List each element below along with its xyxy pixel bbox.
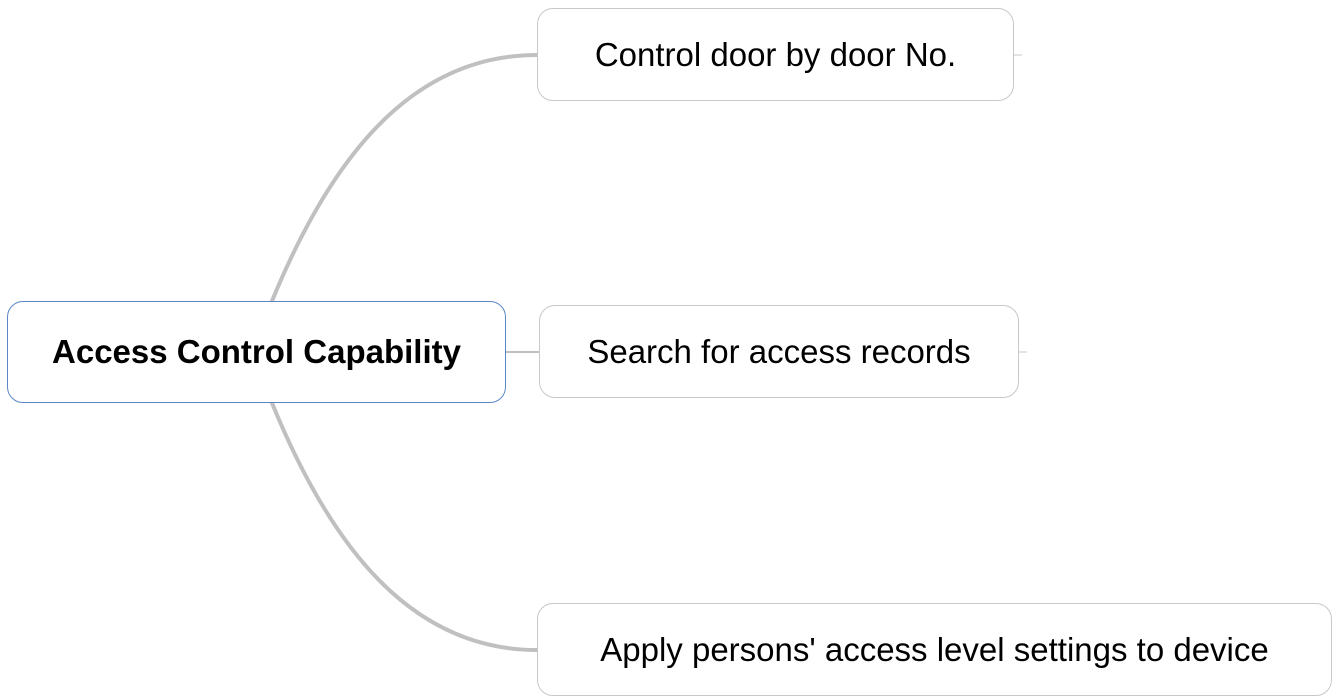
branch-node-label: Control door by door No. <box>594 35 957 73</box>
root-node-access-control-capability[interactable]: Access Control Capability <box>7 301 506 403</box>
branch-node-apply-access-level[interactable]: Apply persons' access level settings to … <box>537 603 1332 696</box>
branch-node-label: Search for access records <box>587 332 971 370</box>
branch-node-control-door[interactable]: Control door by door No. <box>537 8 1014 101</box>
branch-node-search-access-records[interactable]: Search for access records <box>539 305 1019 398</box>
connector-to-apply-access-level <box>270 401 539 652</box>
connector-to-control-door <box>270 53 539 303</box>
root-node-label: Access Control Capability <box>52 333 461 370</box>
branch-node-label: Apply persons' access level settings to … <box>600 630 1269 668</box>
